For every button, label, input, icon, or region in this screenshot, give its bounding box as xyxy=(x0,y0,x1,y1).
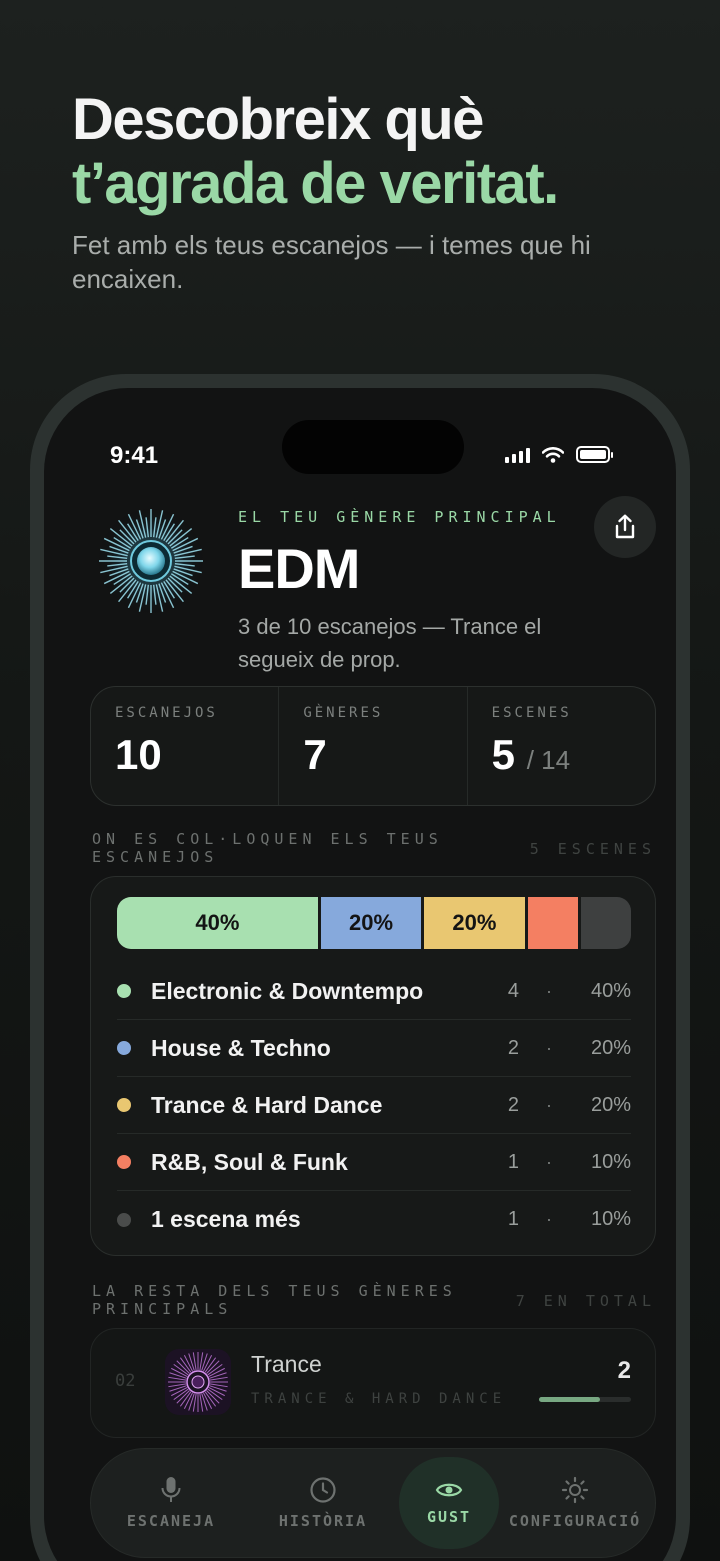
scene-separator: · xyxy=(546,1151,552,1172)
scene-percent: 20% xyxy=(590,1093,631,1116)
scene-color-dot xyxy=(117,1212,131,1227)
distribution-segment xyxy=(527,897,578,949)
genre-orb-icon xyxy=(96,506,206,616)
scene-color-dot xyxy=(117,1155,131,1169)
top-genre-kicker: EL TEU GÈNERE PRINCIPAL xyxy=(238,508,561,526)
distribution-segment: 20% xyxy=(424,897,525,949)
distribution-segment xyxy=(580,897,631,949)
share-icon xyxy=(615,514,635,539)
genre-progress-fill xyxy=(539,1397,600,1402)
scene-color-dot xyxy=(117,984,131,998)
tab-label: CONFIGURACIÓ xyxy=(508,1512,642,1530)
tab-label: GUST xyxy=(426,1508,472,1526)
stat-scans: ESCANEJOS 10 xyxy=(91,687,278,805)
genre-name: Trance xyxy=(251,1351,322,1377)
distribution-segment: 20% xyxy=(320,897,422,949)
scene-percent: 10% xyxy=(590,1208,631,1230)
top-genre-description: 3 de 10 escanejos — Trance el segueix de… xyxy=(238,614,542,672)
microphone-icon xyxy=(161,1477,181,1502)
genre-rank: 02 xyxy=(115,1371,136,1391)
tab-label: HISTÒRIA xyxy=(278,1512,368,1530)
scene-color-dot xyxy=(117,1041,131,1055)
distribution-count: 5 ESCENES xyxy=(529,840,656,858)
tab-label: ESCANEJA xyxy=(126,1512,216,1530)
top-genre-name: EDM xyxy=(238,537,360,600)
stat-value: 5 / 14 xyxy=(491,731,571,778)
tab-scan[interactable]: ESCANEJA xyxy=(95,1457,247,1549)
stat-label: GÈNERES xyxy=(303,705,384,721)
scene-name: Electronic & Downtempo xyxy=(151,977,424,1004)
trance-artwork-icon xyxy=(165,1349,231,1415)
scene-name: R&B, Soul & Funk xyxy=(151,1148,348,1175)
scene-separator: · xyxy=(546,980,552,1001)
genre-list-item[interactable]: 02 Trance TRANCE & HARD DANCE 2 xyxy=(90,1328,656,1438)
stat-label: ESCANEJOS xyxy=(115,705,218,721)
stat-value: 7 xyxy=(303,731,327,778)
distribution-bar: 40% 20% 20% xyxy=(117,897,631,949)
hero-headline: Descobreix què t’agrada de veritat. xyxy=(72,87,559,216)
scene-row[interactable]: R&B, Soul & Funk 1 · 10% xyxy=(117,1134,631,1191)
battery-icon xyxy=(576,446,613,463)
scene-name: 1 escena més xyxy=(151,1206,301,1232)
scene-count: 2 xyxy=(507,1036,519,1059)
stat-value: 10 xyxy=(115,731,162,778)
rest-count: 7 EN TOTAL xyxy=(515,1292,656,1310)
signal-icon xyxy=(505,447,530,463)
genre-count: 2 xyxy=(617,1357,631,1384)
scene-name: House & Techno xyxy=(151,1034,331,1061)
gear-icon xyxy=(561,1476,589,1504)
tab-history[interactable]: HISTÒRIA xyxy=(247,1457,399,1549)
scene-count: 1 xyxy=(507,1150,519,1173)
scene-percent: 20% xyxy=(590,1036,631,1059)
scene-separator: · xyxy=(546,1209,552,1229)
rest-heading-text: LA RESTA DELS TEUS GÈNERES PRINCIPALS xyxy=(92,1282,457,1318)
distribution-heading-text: ON ES COL·LOQUEN ELS TEUS ESCANEJOS xyxy=(92,830,443,866)
scene-separator: · xyxy=(546,1037,552,1058)
share-button[interactable] xyxy=(594,496,656,558)
stat-label: ESCENES xyxy=(491,705,572,721)
stat-scenes: ESCENES 5 / 14 xyxy=(466,687,655,805)
distribution-list: Electronic & Downtempo 4 · 40% House & Techn… xyxy=(117,963,631,1248)
stat-genres: GÈNERES 7 xyxy=(278,687,466,805)
genre-progress xyxy=(539,1397,631,1402)
genre-scene: TRANCE & HARD DANCE xyxy=(251,1391,507,1407)
tab-settings[interactable]: CONFIGURACIÓ xyxy=(499,1457,651,1549)
scene-row[interactable]: Electronic & Downtempo 4 · 40% xyxy=(117,963,631,1020)
status-icons xyxy=(505,446,613,463)
tab-taste[interactable]: GUST xyxy=(399,1457,499,1549)
tab-bar: ESCANEJA HISTÒRIA GUST CONFIGURACIÓ xyxy=(90,1448,656,1558)
distribution-heading: ON ES COL·LOQUEN ELS TEUS ESCANEJOS 5 ES… xyxy=(92,830,656,866)
scene-count: 4 xyxy=(507,979,519,1002)
stat-suffix: / 14 xyxy=(526,745,571,775)
scene-count: 1 xyxy=(507,1208,519,1230)
rest-heading: LA RESTA DELS TEUS GÈNERES PRINCIPALS 7 … xyxy=(92,1282,656,1318)
hero-title-line1: Descobreix què xyxy=(72,87,484,152)
eye-icon xyxy=(435,1483,463,1497)
scene-separator: · xyxy=(546,1094,552,1115)
distribution-card: 40% 20% 20% Electronic & Downtempo 4 · 40% Hou… xyxy=(90,876,656,1256)
scene-name: Trance & Hard Dance xyxy=(151,1091,383,1118)
stats-card: ESCANEJOS 10 GÈNERES 7 ESCENES 5 / 14 xyxy=(90,686,656,806)
scene-color-dot xyxy=(117,1098,131,1112)
phone-frame: 9:41 EL TEU GÈNERE PRINCIPAL EDM 3 de 10… xyxy=(30,374,690,1561)
scene-percent: 10% xyxy=(590,1150,631,1173)
scene-row[interactable]: 1 escena més 1 · 10% xyxy=(117,1191,631,1248)
phone-screen: 9:41 EL TEU GÈNERE PRINCIPAL EDM 3 de 10… xyxy=(44,388,676,1561)
distribution-segment: 40% xyxy=(117,897,318,949)
status-time: 9:41 xyxy=(110,442,159,469)
scene-count: 2 xyxy=(507,1093,519,1116)
dynamic-island xyxy=(282,420,464,474)
hero-subtitle: Fet amb els teus escanejos — i temes que… xyxy=(72,230,591,294)
scene-row[interactable]: Trance & Hard Dance 2 · 20% xyxy=(117,1077,631,1134)
scene-row[interactable]: House & Techno 2 · 20% xyxy=(117,1020,631,1077)
hero-title-line2: t’agrada de veritat. xyxy=(72,151,559,216)
wifi-icon xyxy=(542,446,564,463)
scene-percent: 40% xyxy=(590,979,631,1002)
clock-icon xyxy=(310,1477,336,1503)
